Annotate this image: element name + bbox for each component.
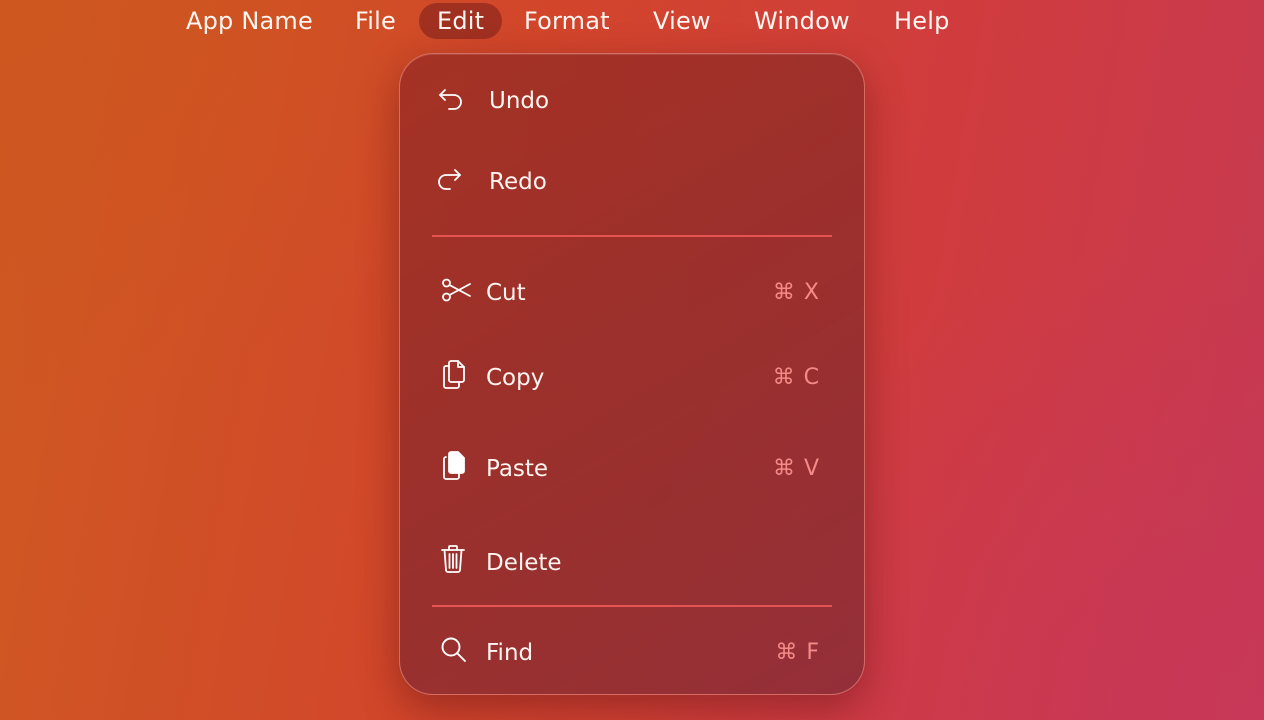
menu-item-redo[interactable]: Redo: [400, 152, 864, 212]
menu-item-cut[interactable]: Cut ⌘ X: [400, 263, 864, 323]
undo-label: Undo: [489, 88, 550, 114]
paste-label: Paste: [486, 456, 549, 482]
magnifier-icon: [438, 635, 470, 667]
edit-dropdown-menu: Undo Redo Cut ⌘ X Copy ⌘ C Paste ⌘ V Del…: [399, 53, 865, 695]
trash-icon: [438, 543, 470, 575]
menu-item-delete[interactable]: Delete: [400, 533, 864, 593]
find-label: Find: [486, 640, 534, 666]
menu-item-copy[interactable]: Copy ⌘ C: [400, 348, 864, 408]
menu-item-undo[interactable]: Undo: [400, 71, 864, 131]
redo-label: Redo: [489, 169, 547, 195]
redo-arrow-icon: [434, 164, 466, 196]
menu-window[interactable]: Window: [754, 3, 850, 39]
paste-documents-icon: [438, 449, 470, 481]
menu-item-find[interactable]: Find ⌘ F: [400, 623, 864, 683]
copy-label: Copy: [486, 365, 545, 391]
cut-label: Cut: [486, 280, 526, 306]
menu-file[interactable]: File: [355, 3, 396, 39]
undo-arrow-icon: [436, 83, 468, 115]
menu-divider: [432, 605, 832, 607]
menu-edit[interactable]: Edit: [419, 3, 503, 39]
copy-documents-icon: [438, 358, 470, 390]
copy-shortcut: ⌘ C: [772, 365, 820, 390]
menu-divider: [432, 235, 832, 237]
menu-app-name[interactable]: App Name: [186, 3, 313, 39]
find-shortcut: ⌘ F: [775, 640, 820, 665]
menu-item-paste[interactable]: Paste ⌘ V: [400, 439, 864, 499]
menu-bar: App Name File Edit Format View Window He…: [0, 0, 1264, 42]
menu-format[interactable]: Format: [524, 3, 610, 39]
scissors-icon: [440, 275, 472, 307]
cut-shortcut: ⌘ X: [772, 280, 820, 305]
paste-shortcut: ⌘ V: [772, 456, 820, 481]
menu-view[interactable]: View: [653, 3, 711, 39]
delete-label: Delete: [486, 550, 562, 576]
menu-help[interactable]: Help: [894, 3, 950, 39]
